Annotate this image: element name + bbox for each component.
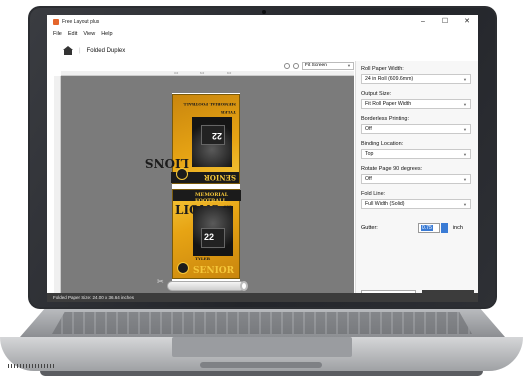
team-name: LIONS <box>145 156 189 170</box>
trackpad <box>172 337 352 357</box>
gutter-label: Gutter: <box>361 225 378 231</box>
close-button[interactable]: ✕ <box>456 15 478 28</box>
chevron-down-icon: ▼ <box>463 76 467 82</box>
toolbar-divider: | <box>79 47 81 54</box>
borderless-select[interactable]: Off ▼ <box>361 124 471 134</box>
borderless-label: Borderless Printing: <box>361 116 409 122</box>
chevron-down-icon: ▼ <box>463 126 467 132</box>
output-size-label: Output Size: <box>361 91 392 97</box>
chevron-down-icon: ▼ <box>463 101 467 107</box>
rotate-value: Off <box>365 176 372 182</box>
roll-width-label: Roll Paper Width: <box>361 66 404 72</box>
rotate-field: Rotate Page 90 degrees: Off ▼ <box>361 166 471 184</box>
gutter-spinner[interactable] <box>440 223 448 233</box>
laptop-base-edge <box>40 371 483 376</box>
settings-panel: Roll Paper Width: 24 in Roll (609.6mm) ▼ … <box>355 61 478 302</box>
scissors-icon: ✂ <box>157 277 164 286</box>
ruler-tick: 9.0 <box>227 71 232 75</box>
zoom-out-icon[interactable] <box>284 62 290 69</box>
gutter-unit: inch <box>452 225 463 231</box>
ruler-tick: 6.0 <box>200 71 205 75</box>
layout-title: Folded Duplex <box>86 47 126 54</box>
webcam <box>262 10 266 14</box>
title-bar: Free Layout plus – ☐ ✕ <box>47 15 478 28</box>
player-name: TYLER <box>220 110 236 115</box>
chevron-down-icon: ▼ <box>463 151 467 157</box>
menu-file[interactable]: File <box>53 31 62 37</box>
poster-title: SENIOR <box>204 173 236 182</box>
chevron-down-icon: ▼ <box>463 176 467 182</box>
ruler-vertical <box>54 76 61 300</box>
team-name: LIONS <box>175 204 219 216</box>
toolbar: | Folded Duplex <box>47 42 478 59</box>
borderless-field: Borderless Printing: Off ▼ <box>361 116 471 134</box>
status-text: Folded Paper Size: 24.00 x 36.64 inches <box>53 295 135 300</box>
menu-help[interactable]: Help <box>101 31 112 37</box>
roll-width-value: 24 in Roll (609.6mm) <box>365 76 414 82</box>
zoom-in-icon[interactable] <box>293 62 299 69</box>
gutter-value: 0.75 <box>420 225 433 231</box>
gutter-field: Gutter: 0.75 inch <box>361 223 471 233</box>
paper-roll <box>167 281 245 291</box>
binding-label: Binding Location: <box>361 141 404 147</box>
app-icon <box>53 18 59 25</box>
jersey-number: 22 <box>211 131 222 141</box>
fold-line-label: Fold Line: <box>361 191 386 197</box>
home-icon[interactable] <box>63 46 73 55</box>
jersey-number: 22 <box>204 232 215 242</box>
output-size-value: Fit Roll Paper Width <box>365 101 412 107</box>
poster-top-flipped: SENIOR 22 LIONS TYLER MEMORIAL FOOTBALL <box>145 94 240 184</box>
minimize-button[interactable]: – <box>412 15 434 28</box>
player-name: TYLER <box>195 256 211 261</box>
maximize-button[interactable]: ☐ <box>434 15 456 28</box>
roll-width-select[interactable]: 24 in Roll (609.6mm) ▼ <box>361 74 471 84</box>
binding-field: Binding Location: Top ▼ <box>361 141 471 159</box>
lion-logo-icon <box>177 262 189 274</box>
rotate-select[interactable]: Off ▼ <box>361 174 471 184</box>
borderless-value: Off <box>365 126 372 132</box>
binding-value: Top <box>365 151 374 157</box>
app-window: Free Layout plus – ☐ ✕ File Edit View He… <box>47 15 478 302</box>
menu-view[interactable]: View <box>83 31 95 37</box>
chevron-down-icon: ▼ <box>463 201 467 207</box>
window-controls: – ☐ ✕ <box>412 15 478 28</box>
poster-title: SENIOR <box>193 266 235 276</box>
paper-roll-end <box>240 281 248 291</box>
poster-bottom: MEMORIAL FOOTBALL LIONS 22 #22 TYLER SEN… <box>172 189 241 279</box>
laptop-mockup: Free Layout plus – ☐ ✕ File Edit View He… <box>0 0 523 382</box>
zoom-fit-value: Fit Screen <box>305 63 327 68</box>
fold-line-value: Full Width (Solid) <box>365 201 405 207</box>
canvas-toolbar: Fit Screen ▼ <box>54 61 354 70</box>
poster-small-text: MEMORIAL FOOTBALL <box>183 102 236 107</box>
status-bar: Folded Paper Size: 24.00 x 36.64 inches <box>47 293 478 302</box>
output-size-select[interactable]: Fit Roll Paper Width ▼ <box>361 99 471 109</box>
fold-line-select[interactable]: Full Width (Solid) ▼ <box>361 199 471 209</box>
output-size-field: Output Size: Fit Roll Paper Width ▼ <box>361 91 471 109</box>
menu-bar: File Edit View Help <box>47 28 478 40</box>
keyboard <box>52 312 472 334</box>
chevron-down-icon: ▼ <box>347 63 351 68</box>
thumb-notch <box>200 362 322 368</box>
print-preview-sheet: SENIOR 22 LIONS TYLER MEMORIAL FOOTBALL … <box>145 93 241 281</box>
rotate-label: Rotate Page 90 degrees: <box>361 166 423 172</box>
menu-edit[interactable]: Edit <box>68 31 77 37</box>
gutter-input[interactable]: 0.75 <box>417 223 440 233</box>
vent-grille <box>8 364 54 368</box>
jersey-label: #22 <box>223 204 232 209</box>
ruler-tick: 3.0 <box>174 71 179 75</box>
fold-line-field: Fold Line: Full Width (Solid) ▼ <box>361 191 471 209</box>
binding-select[interactable]: Top ▼ <box>361 149 471 159</box>
window-title: Free Layout plus <box>62 18 100 25</box>
roll-width-field: Roll Paper Width: 24 in Roll (609.6mm) ▼ <box>361 66 471 84</box>
zoom-fit-select[interactable]: Fit Screen ▼ <box>302 61 354 70</box>
